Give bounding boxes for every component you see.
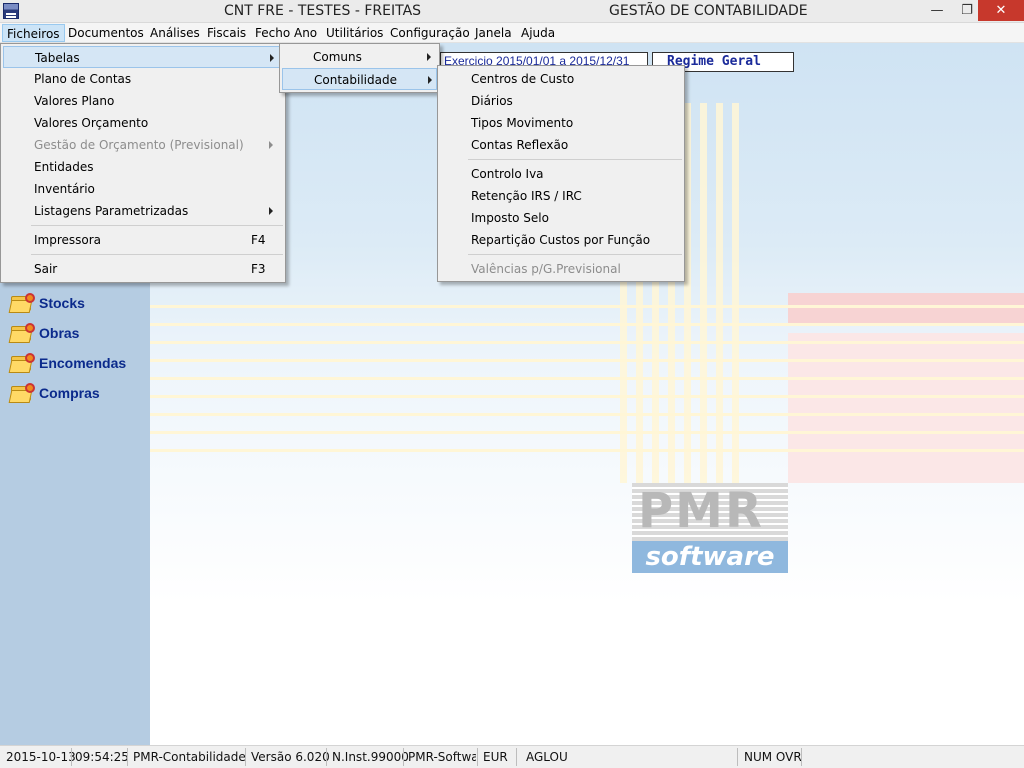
decor-stripe bbox=[150, 341, 1024, 344]
menu-item-tabelas[interactable]: Tabelas bbox=[3, 46, 283, 68]
module-title: GESTÃO DE CONTABILIDADE bbox=[609, 3, 808, 19]
menu-item-contas-reflexao[interactable]: Contas Reflexão bbox=[440, 134, 682, 156]
menu-item-centros-de-custo[interactable]: Centros de Custo bbox=[440, 68, 682, 90]
decor-stripe bbox=[732, 103, 739, 483]
decor-stripe bbox=[684, 103, 691, 483]
menu-item-listagens[interactable]: Listagens Parametrizadas bbox=[3, 200, 283, 222]
menu-item-sair[interactable]: Sair F3 bbox=[3, 258, 283, 280]
submenu-arrow-icon bbox=[270, 54, 274, 62]
folder-gear-icon bbox=[8, 292, 35, 314]
menu-utilitarios[interactable]: Utilitários bbox=[322, 24, 387, 42]
sidebar-item-obras[interactable]: Obras bbox=[8, 321, 80, 345]
sidebar-item-label: Obras bbox=[39, 325, 80, 341]
status-version: Versão 6.020 bbox=[251, 750, 330, 764]
menu-documentos[interactable]: Documentos bbox=[64, 24, 148, 42]
menu-item-gestao-orcamento: Gestão de Orçamento (Previsional) bbox=[3, 134, 283, 156]
status-install: N.Inst.99000 bbox=[332, 750, 409, 764]
menu-separator bbox=[468, 159, 682, 160]
menu-item-entidades[interactable]: Entidades bbox=[3, 156, 283, 178]
submenu-arrow-icon bbox=[269, 207, 273, 215]
decor-band bbox=[788, 293, 1024, 323]
status-user: AGLOU bbox=[526, 750, 568, 764]
menu-item-controlo-iva[interactable]: Controlo Iva bbox=[440, 163, 682, 185]
menu-contabilidade-dropdown: Centros de Custo Diários Tipos Movimento… bbox=[437, 65, 685, 282]
menu-separator bbox=[468, 254, 682, 255]
decor-stripe bbox=[150, 413, 1024, 416]
menu-bar: Ficheiros Documentos Análises Fiscais Fe… bbox=[0, 23, 1024, 43]
menu-analises[interactable]: Análises bbox=[146, 24, 204, 42]
menu-item-diarios[interactable]: Diários bbox=[440, 90, 682, 112]
submenu-arrow-icon bbox=[427, 53, 431, 61]
sidebar-item-label: Stocks bbox=[39, 295, 85, 311]
decor-stripe bbox=[150, 323, 1024, 326]
logo-software: software bbox=[632, 541, 788, 573]
menu-configuracao[interactable]: Configuração bbox=[386, 24, 474, 42]
menu-ficheiros-dropdown: Tabelas Plano de Contas Valores Plano Va… bbox=[0, 43, 286, 283]
menu-tabelas-dropdown: Comuns Contabilidade bbox=[279, 43, 440, 93]
window-title: CNT FRE - TESTES - FREITAS bbox=[224, 3, 422, 19]
decor-stripe bbox=[150, 305, 1024, 308]
sidebar-item-label: Compras bbox=[39, 385, 100, 401]
menu-ficheiros[interactable]: Ficheiros bbox=[2, 24, 65, 42]
status-currency: EUR bbox=[483, 750, 508, 764]
menu-item-valencias: Valências p/G.Previsional bbox=[471, 262, 621, 276]
logo-pmr: PMR bbox=[632, 483, 788, 541]
status-bar: 2015-10-13 09:54:25 PMR-Contabilidade Ve… bbox=[0, 745, 1024, 768]
status-company: PMR-Softwa bbox=[408, 750, 476, 764]
menu-separator bbox=[31, 254, 283, 255]
menu-separator bbox=[31, 225, 283, 226]
menu-item-inventario[interactable]: Inventário bbox=[3, 178, 283, 200]
decor-stripe bbox=[700, 103, 707, 483]
folder-gear-icon bbox=[8, 352, 35, 374]
status-app: PMR-Contabilidade bbox=[133, 750, 246, 764]
menu-ajuda[interactable]: Ajuda bbox=[517, 24, 559, 42]
menu-janela[interactable]: Janela bbox=[471, 24, 516, 42]
sidebar-item-stocks[interactable]: Stocks bbox=[8, 291, 85, 315]
sidebar-item-compras[interactable]: Compras bbox=[8, 381, 100, 405]
pmr-software-logo: PMR software bbox=[632, 483, 788, 573]
decor-band bbox=[788, 333, 1024, 483]
menu-item-valores-plano[interactable]: Valores Plano bbox=[3, 90, 283, 112]
menu-item-retencao-irs-irc[interactable]: Retenção IRS / IRC bbox=[440, 185, 682, 207]
title-bar: CNT FRE - TESTES - FREITAS GESTÃO DE CON… bbox=[0, 0, 1024, 23]
menu-item-tipos-movimento[interactable]: Tipos Movimento bbox=[440, 112, 682, 134]
status-date: 2015-10-13 bbox=[6, 750, 76, 764]
submenu-arrow-icon bbox=[269, 141, 273, 149]
sidebar-item-encomendas[interactable]: Encomendas bbox=[8, 351, 127, 375]
menu-fecho-ano[interactable]: Fecho Ano bbox=[251, 24, 321, 42]
sidebar-item-label: Encomendas bbox=[39, 355, 127, 371]
decor-stripe bbox=[150, 359, 1024, 362]
decor-stripe bbox=[716, 103, 723, 483]
menu-item-contabilidade[interactable]: Contabilidade bbox=[282, 68, 437, 90]
close-button[interactable]: ✕ bbox=[978, 0, 1024, 21]
menu-item-impressora[interactable]: Impressora F4 bbox=[3, 229, 283, 251]
folder-gear-icon bbox=[8, 382, 35, 404]
menu-item-reparticao-custos[interactable]: Repartição Custos por Função bbox=[440, 229, 682, 251]
status-keys: NUM OVR bbox=[744, 750, 802, 764]
minimize-button[interactable]: — bbox=[922, 0, 952, 21]
submenu-arrow-icon bbox=[428, 76, 432, 84]
status-time: 09:54:25 bbox=[75, 750, 129, 764]
decor-stripe bbox=[150, 377, 1024, 380]
folder-gear-icon bbox=[8, 322, 35, 344]
menu-fiscais[interactable]: Fiscais bbox=[203, 24, 250, 42]
decor-stripe bbox=[150, 431, 1024, 434]
menu-item-comuns[interactable]: Comuns bbox=[282, 46, 437, 68]
menu-item-imposto-selo[interactable]: Imposto Selo bbox=[440, 207, 682, 229]
menu-item-plano-de-contas[interactable]: Plano de Contas bbox=[3, 68, 283, 90]
decor-stripe bbox=[150, 449, 1024, 452]
app-icon[interactable] bbox=[3, 3, 19, 19]
menu-item-valores-orcamento[interactable]: Valores Orçamento bbox=[3, 112, 283, 134]
decor-stripe bbox=[150, 395, 1024, 398]
